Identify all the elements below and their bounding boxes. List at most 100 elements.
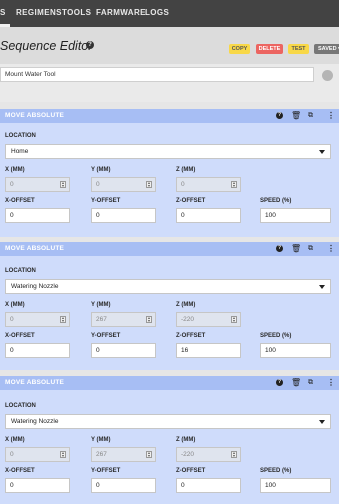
x-field: 0 xyxy=(5,447,70,462)
duplicate-icon[interactable]: ⧉ xyxy=(308,379,313,387)
y-value: 267 xyxy=(96,451,107,458)
x-field: 0 xyxy=(5,312,70,327)
stepper-icon xyxy=(231,451,237,458)
trash-icon[interactable]: 🗑 xyxy=(291,245,301,253)
nav-item-farmware[interactable]: FARMWARE xyxy=(96,8,146,17)
trash-icon[interactable]: 🗑 xyxy=(291,379,301,387)
speed-input[interactable]: 100 xyxy=(260,478,331,493)
page-title: Sequence Editor xyxy=(0,39,93,53)
delete-button[interactable]: DELETE xyxy=(256,44,283,54)
y-label: Y (MM) xyxy=(91,167,111,173)
stepper-icon xyxy=(60,316,66,323)
help-icon[interactable]: ? xyxy=(86,41,94,49)
help-icon[interactable]: ? xyxy=(276,379,283,386)
step-title: MOVE ABSOLUTE xyxy=(5,379,65,386)
location-select[interactable]: Home xyxy=(5,144,331,159)
help-icon[interactable]: ? xyxy=(276,112,283,119)
z-offset-label: Z-OFFSET xyxy=(176,333,206,339)
sequence-name-row: Mount Water Tool xyxy=(0,64,339,102)
location-label: LOCATION xyxy=(5,403,36,409)
step-card: MOVE ABSOLUTE ? 🗑 ⧉ ⋮ LOCATION Home X (M… xyxy=(0,109,339,237)
x-offset-input[interactable]: 0 xyxy=(5,478,70,493)
help-icon[interactable]: ? xyxy=(276,245,283,252)
z-offset-label: Z-OFFSET xyxy=(176,198,206,204)
editor-header: Sequence Editor ? COPY DELETE TEST SAVED… xyxy=(0,27,339,64)
saved-button[interactable]: SAVED ▾ xyxy=(314,44,339,54)
x-offset-input[interactable]: 0 xyxy=(5,208,70,223)
x-label: X (MM) xyxy=(5,167,25,173)
z-field: -220 xyxy=(176,312,241,327)
stepper-icon xyxy=(60,181,66,188)
stepper-icon xyxy=(146,316,152,323)
speed-label: SPEED (%) xyxy=(260,333,292,339)
top-nav: S REGIMENS TOOLS FARMWARE LOGS xyxy=(0,0,339,27)
x-offset-label: X-OFFSET xyxy=(5,468,35,474)
x-value: 0 xyxy=(10,451,14,458)
x-offset-label: X-OFFSET xyxy=(5,333,35,339)
more-vertical-icon[interactable]: ⋮ xyxy=(327,245,335,253)
location-select[interactable]: Watering Nozzle xyxy=(5,414,331,429)
y-label: Y (MM) xyxy=(91,302,111,308)
y-value: 267 xyxy=(96,316,107,323)
trash-icon[interactable]: 🗑 xyxy=(291,112,301,120)
y-field: 267 xyxy=(91,447,156,462)
y-offset-label: Y-OFFSET xyxy=(91,468,121,474)
z-value: -220 xyxy=(181,316,195,323)
y-offset-input[interactable]: 0 xyxy=(91,208,156,223)
speed-label: SPEED (%) xyxy=(260,468,292,474)
z-value: -220 xyxy=(181,451,195,458)
chevron-down-icon xyxy=(319,420,325,424)
x-field: 0 xyxy=(5,177,70,192)
y-offset-input[interactable]: 0 xyxy=(91,478,156,493)
x-label: X (MM) xyxy=(5,302,25,308)
location-value: Watering Nozzle xyxy=(11,418,59,425)
speed-input[interactable]: 100 xyxy=(260,343,331,358)
z-offset-input[interactable]: 0 xyxy=(176,208,241,223)
z-value: 0 xyxy=(181,181,185,188)
chevron-down-icon xyxy=(319,150,325,154)
y-offset-label: Y-OFFSET xyxy=(91,198,121,204)
duplicate-icon[interactable]: ⧉ xyxy=(308,112,313,120)
color-picker[interactable] xyxy=(322,70,333,81)
y-offset-input[interactable]: 0 xyxy=(91,343,156,358)
step-header: MOVE ABSOLUTE ? 🗑 ⧉ ⋮ xyxy=(0,242,339,256)
z-label: Z (MM) xyxy=(176,437,196,443)
x-value: 0 xyxy=(10,316,14,323)
location-select[interactable]: Watering Nozzle xyxy=(5,279,331,294)
stepper-icon xyxy=(146,451,152,458)
nav-item-sequences[interactable]: S xyxy=(0,8,6,17)
location-label: LOCATION xyxy=(5,268,36,274)
copy-button[interactable]: COPY xyxy=(229,44,250,54)
stepper-icon xyxy=(60,451,66,458)
step-card: MOVE ABSOLUTE ? 🗑 ⧉ ⋮ LOCATION Watering … xyxy=(0,242,339,370)
more-vertical-icon[interactable]: ⋮ xyxy=(327,379,335,387)
y-value: 0 xyxy=(96,181,100,188)
step-title: MOVE ABSOLUTE xyxy=(5,245,65,252)
x-offset-input[interactable]: 0 xyxy=(5,343,70,358)
test-button[interactable]: TEST xyxy=(288,44,309,54)
x-offset-label: X-OFFSET xyxy=(5,198,35,204)
location-value: Watering Nozzle xyxy=(11,283,59,290)
speed-input[interactable]: 100 xyxy=(260,208,331,223)
x-label: X (MM) xyxy=(5,437,25,443)
step-card: MOVE ABSOLUTE ? 🗑 ⧉ ⋮ LOCATION Watering … xyxy=(0,376,339,504)
z-field: -220 xyxy=(176,447,241,462)
z-label: Z (MM) xyxy=(176,302,196,308)
y-label: Y (MM) xyxy=(91,437,111,443)
z-offset-label: Z-OFFSET xyxy=(176,468,206,474)
y-field: 267 xyxy=(91,312,156,327)
z-label: Z (MM) xyxy=(176,167,196,173)
step-title: MOVE ABSOLUTE xyxy=(5,112,65,119)
nav-item-logs[interactable]: LOGS xyxy=(145,8,169,17)
step-header: MOVE ABSOLUTE ? 🗑 ⧉ ⋮ xyxy=(0,109,339,123)
more-vertical-icon[interactable]: ⋮ xyxy=(327,112,335,120)
z-offset-input[interactable]: 0 xyxy=(176,478,241,493)
sequence-name-input[interactable]: Mount Water Tool xyxy=(0,67,314,82)
duplicate-icon[interactable]: ⧉ xyxy=(308,245,313,253)
nav-item-tools[interactable]: TOOLS xyxy=(62,8,91,17)
y-offset-label: Y-OFFSET xyxy=(91,333,121,339)
z-offset-input[interactable]: 16 xyxy=(176,343,241,358)
stepper-icon xyxy=(231,316,237,323)
nav-item-regimens[interactable]: REGIMENS xyxy=(16,8,62,17)
speed-label: SPEED (%) xyxy=(260,198,292,204)
